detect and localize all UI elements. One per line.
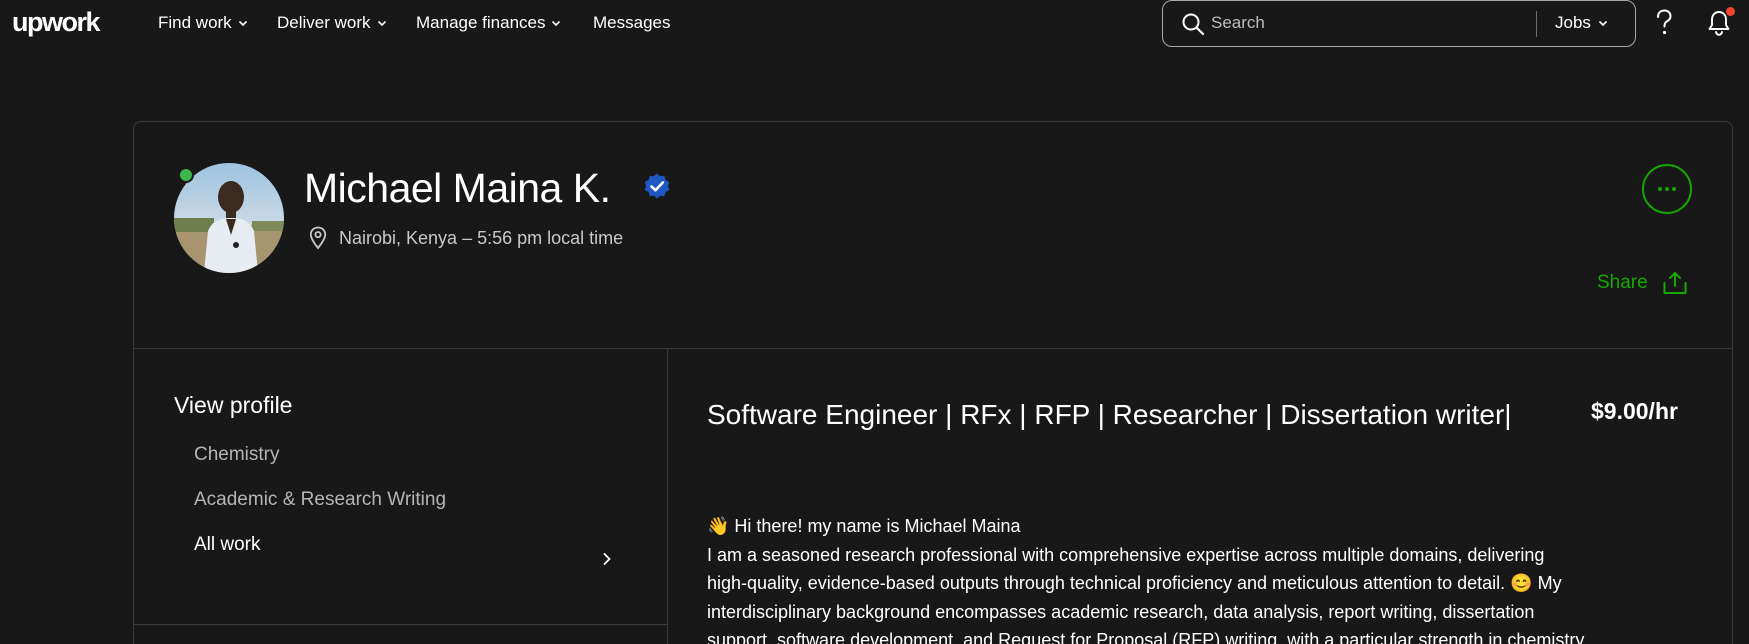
chevron-right-icon[interactable] (602, 552, 612, 566)
bio-line: support, software development, and Reque… (707, 630, 1585, 644)
card-divider-vertical (667, 349, 668, 644)
verified-badge-icon (644, 173, 670, 199)
sidebar-item-chemistry[interactable]: Chemistry (194, 444, 280, 466)
online-status-indicator (178, 167, 194, 183)
more-options-button[interactable] (1642, 164, 1692, 214)
nav-find-work[interactable]: Find work (158, 13, 248, 33)
search-divider (1536, 11, 1537, 37)
sidebar-title: View profile (174, 392, 293, 418)
search-scope-label: Jobs (1555, 13, 1591, 32)
chevron-down-icon (238, 20, 247, 27)
bio-line: I am a seasoned research professional wi… (707, 544, 1545, 565)
notification-indicator (1726, 7, 1735, 16)
profile-name: Michael Maina K. (304, 165, 611, 211)
profile-location: Nairobi, Kenya – 5:56 pm local time (339, 228, 624, 248)
search-scope-select[interactable]: Jobs (1555, 13, 1608, 33)
profile-card: Michael Maina K. Nairobi, Kenya – 5:56 p… (133, 121, 1733, 644)
upwork-logo[interactable]: upwork (12, 7, 101, 38)
hourly-rate: $9.00/hr (1591, 398, 1678, 424)
search-icon (1182, 13, 1205, 36)
nav-messages[interactable]: Messages (593, 13, 670, 33)
ellipsis-icon (1657, 187, 1678, 191)
search-input[interactable] (1211, 9, 1511, 37)
nav-deliver-work[interactable]: Deliver work (277, 13, 387, 33)
nav-messages-label: Messages (593, 13, 671, 32)
nav-manage-finances-label: Manage finances (416, 13, 546, 32)
card-divider-horizontal (134, 348, 1732, 349)
chevron-down-icon (1598, 20, 1607, 27)
search-bar: Jobs (1162, 0, 1636, 47)
nav-deliver-work-label: Deliver work (277, 13, 371, 32)
share-icon (1663, 272, 1687, 294)
chevron-down-icon (552, 20, 561, 27)
question-mark-icon[interactable] (1652, 8, 1676, 38)
sidebar-divider (134, 624, 667, 625)
share-button[interactable]: Share (1597, 271, 1688, 295)
share-label: Share (1597, 272, 1648, 293)
bio-line: interdisciplinary background encompasses… (707, 601, 1535, 622)
bio-line: 👋 Hi there! my name is Michael Maina (707, 516, 1021, 536)
sidebar-item-academic-research-writing[interactable]: Academic & Research Writing (194, 489, 446, 511)
top-navigation: upwork Find work Deliver work Manage fin… (0, 0, 1749, 48)
chevron-down-icon (377, 20, 386, 27)
sidebar-item-all-work[interactable]: All work (194, 534, 261, 556)
nav-find-work-label: Find work (158, 13, 232, 32)
nav-manage-finances[interactable]: Manage finances (416, 13, 561, 33)
bio-line: high-quality, evidence-based outputs thr… (707, 573, 1562, 593)
location-pin-icon (309, 226, 327, 250)
profile-bio: 👋 Hi there! my name is Michael Maina I a… (707, 512, 1707, 644)
profile-headline: Software Engineer | RFx | RFP | Research… (707, 399, 1512, 430)
